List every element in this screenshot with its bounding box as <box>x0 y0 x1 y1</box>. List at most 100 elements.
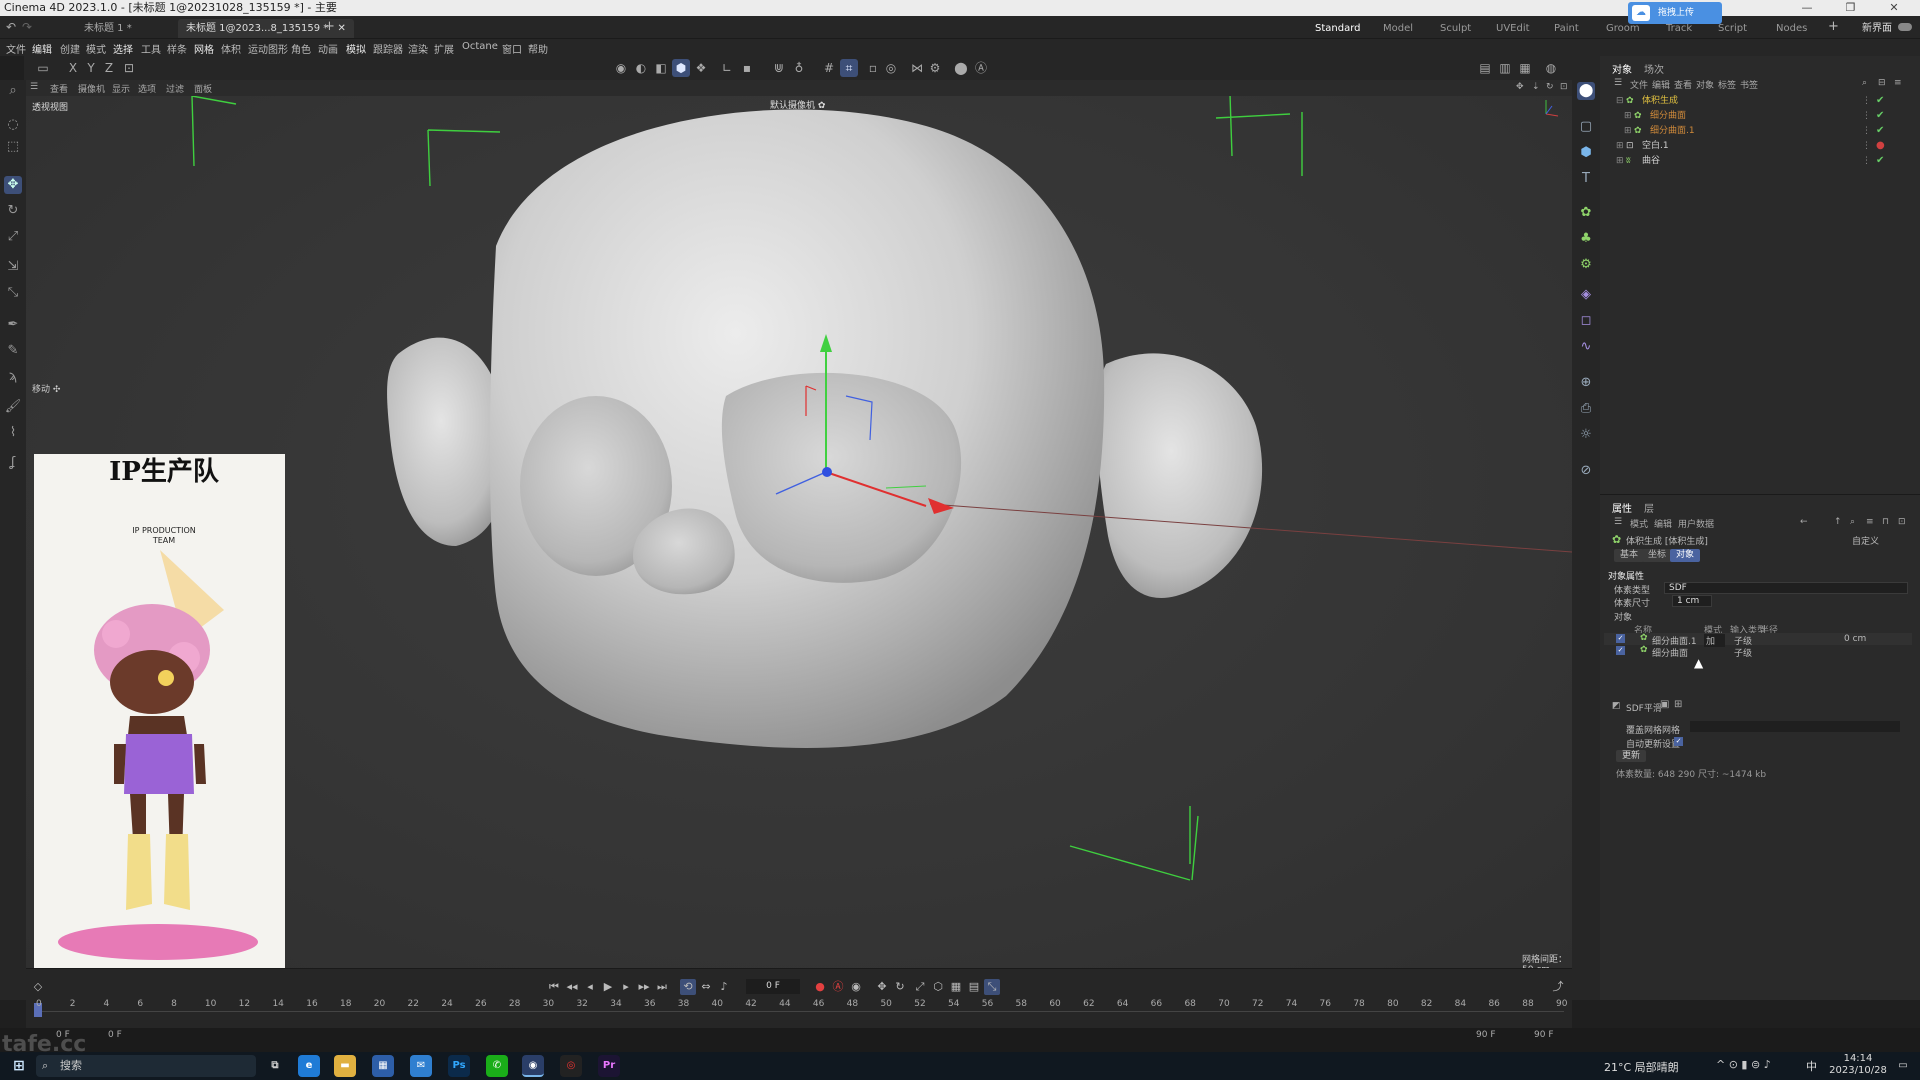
ime-indicator[interactable]: 中 <box>1806 1058 1817 1074</box>
viewport-pan-icon[interactable]: ✥ <box>1516 82 1524 92</box>
object-search-icon[interactable]: ⌕ <box>1862 78 1867 88</box>
photoshop-icon[interactable]: Ps <box>448 1055 470 1077</box>
object-row-null-1[interactable]: ⊞ ⊡ 空白.1 ⋮ ● <box>1616 139 1906 153</box>
menu-simulate[interactable]: 模拟 <box>346 41 366 56</box>
text-tool-icon[interactable]: T <box>1577 170 1595 188</box>
cloner-icon[interactable]: ♣ <box>1577 230 1595 248</box>
menu-select[interactable]: 选择 <box>113 41 133 56</box>
expand-icon[interactable]: ⊞ <box>1616 154 1624 168</box>
viewport-maximize-icon[interactable]: ⊡ <box>1560 82 1568 92</box>
attr-menu-userdata[interactable]: 用户数据 <box>1678 517 1714 530</box>
spline-pen-icon[interactable]: ✒ <box>4 316 22 334</box>
maximize-button[interactable]: ❐ <box>1831 0 1871 16</box>
reference-image[interactable]: IP生产队 IP PRODUCTION TEAM <box>34 454 285 968</box>
scene-icon[interactable]: ⊕ <box>1577 374 1595 392</box>
menu-file[interactable]: 文件 <box>6 41 26 56</box>
weather-widget[interactable]: 21°C 局部晴朗 <box>1604 1059 1679 1075</box>
task-view-icon[interactable]: ⧉ <box>264 1055 286 1077</box>
layout-tab-standard[interactable]: Standard <box>1315 19 1361 40</box>
layout-tab-paint[interactable]: Paint <box>1554 19 1579 38</box>
collapse-icon[interactable]: ⊟ <box>1616 94 1624 108</box>
prev-key-icon[interactable]: ◂◂ <box>564 979 580 995</box>
object-row-subdivision[interactable]: ⊞ ✿ 细分曲面 ⋮ ✔ <box>1624 109 1914 123</box>
axis-y-button[interactable]: Y <box>82 59 100 77</box>
attr-search-icon[interactable]: ⌕ <box>1850 517 1855 527</box>
expand-icon[interactable]: ⊞ <box>1624 109 1632 123</box>
upload-badge[interactable]: ☁ 拖拽上传 <box>1628 2 1722 24</box>
play-icon[interactable]: ▶ <box>600 979 616 995</box>
auto-update-checkbox[interactable]: ✓ <box>1674 737 1683 746</box>
lock-icon[interactable]: ⊓ <box>1882 517 1889 527</box>
row-checkbox[interactable]: ✓ <box>1616 634 1625 643</box>
settings-gear-icon[interactable]: ⚙ <box>926 59 944 77</box>
preview-end-field[interactable]: 90 F <box>1476 1030 1496 1040</box>
mode-tab-basic[interactable]: 基本 <box>1614 549 1645 562</box>
render-picture-viewer-icon[interactable]: ▥ <box>1496 59 1514 77</box>
object-menu-bookmarks[interactable]: 书签 <box>1740 78 1758 91</box>
menu-create[interactable]: 创建 <box>60 41 80 56</box>
preset-dropdown[interactable]: 自定义 <box>1852 534 1879 547</box>
object-row-subdivision-1[interactable]: ⊞ ✿ 细分曲面.1 ⋮ ✔ <box>1624 124 1914 138</box>
snap-icon[interactable]: # <box>820 59 838 77</box>
field-icon[interactable]: ◻ <box>1577 312 1595 330</box>
menu-edit[interactable]: 编辑 <box>32 41 52 56</box>
menu-mesh[interactable]: 网格 <box>194 41 214 56</box>
primitive-cube-icon[interactable]: ⬢ <box>1577 144 1595 162</box>
points-mode-icon[interactable]: ◉ <box>612 59 630 77</box>
live-select-icon[interactable]: ◌ <box>4 116 22 134</box>
sdf-smooth-button[interactable]: SDF平滑 <box>1626 701 1662 714</box>
preview-start-field[interactable]: 0 F <box>108 1030 122 1040</box>
current-frame-field[interactable]: 0 F <box>746 979 800 994</box>
keyframe-diamond-icon[interactable]: ◇ <box>30 979 46 995</box>
timeline-options-icon[interactable]: ⤡ <box>984 979 1000 995</box>
graph-editor-icon[interactable]: ⤴ <box>1550 979 1566 995</box>
brush-icon[interactable]: ϡ <box>4 368 22 386</box>
voxel-size-input[interactable]: 1 cm <box>1672 595 1712 607</box>
locked-workplane-icon[interactable]: ◎ <box>882 59 900 77</box>
next-key-icon[interactable]: ▸▸ <box>636 979 652 995</box>
attr-expand-icon[interactable]: ⊡ <box>1898 517 1906 527</box>
next-frame-icon[interactable]: ▸ <box>618 979 634 995</box>
render-settings-strip-icon[interactable]: ⊘ <box>1577 462 1595 480</box>
layout-toggle[interactable] <box>1898 23 1912 31</box>
symmetry-icon[interactable]: ⋈ <box>908 59 926 77</box>
row-radius[interactable]: 0 cm <box>1844 634 1866 644</box>
attr-hamburger-icon[interactable]: ☰ <box>1614 517 1622 527</box>
layers-tab[interactable]: 层 <box>1644 500 1654 515</box>
table-row[interactable]: ✓ ✿ 细分曲面.1 加 子级 0 cm <box>1604 633 1912 647</box>
new-tab-icon[interactable]: + <box>324 19 335 34</box>
viewport-menu-view[interactable]: 查看 <box>50 82 68 95</box>
timeline-ruler[interactable] <box>34 1011 1564 1012</box>
layout-tab-uvedit[interactable]: UVEdit <box>1496 19 1530 38</box>
rot-key-icon[interactable]: ↻ <box>892 979 908 995</box>
enabled-check[interactable]: ✔ <box>1876 94 1884 108</box>
soft-select-icon[interactable]: ♁ <box>790 59 808 77</box>
object-tab[interactable]: 对象 <box>1612 61 1632 76</box>
menu-spline[interactable]: 样条 <box>167 41 187 56</box>
object-menu-view[interactable]: 查看 <box>1674 78 1692 91</box>
grid-snap-icon[interactable]: ⌗ <box>840 59 858 77</box>
windows-start-icon[interactable]: ⊞ <box>8 1055 30 1077</box>
loop-icon[interactable]: ⟲ <box>680 979 696 995</box>
expand-icon[interactable]: ⊞ <box>1616 139 1624 153</box>
sculpt-tool-icon[interactable]: ʆ <box>4 454 22 472</box>
takes-tab[interactable]: 场次 <box>1644 61 1664 76</box>
go-to-start-icon[interactable]: ⏮ <box>546 979 562 995</box>
mail-icon[interactable]: ✉ <box>410 1055 432 1077</box>
octane-icon[interactable]: ⬤ <box>952 59 970 77</box>
viewport-menu-camera[interactable]: 摄像机 <box>78 82 105 95</box>
close-tab-icon[interactable]: ✕ <box>337 23 345 34</box>
cinema4d-icon[interactable]: ◉ <box>522 1055 544 1077</box>
viewport-menu-filter[interactable]: 过滤 <box>166 82 184 95</box>
new-layout-button[interactable]: 新界面 <box>1862 19 1892 38</box>
menu-tools[interactable]: 工具 <box>141 41 161 56</box>
sound-icon[interactable]: ♪ <box>716 979 732 995</box>
enabled-check[interactable]: ✔ <box>1876 109 1884 123</box>
visibility-dots[interactable]: ⋮ <box>1862 109 1871 123</box>
menu-mode[interactable]: 模式 <box>86 41 106 56</box>
viewport-dolly-icon[interactable]: ⇣ <box>1532 82 1540 92</box>
clock-date[interactable]: 2023/10/28 <box>1826 1065 1890 1076</box>
key-selection-icon[interactable]: ◉ <box>848 979 864 995</box>
scale-tool-icon[interactable]: ⤢ <box>4 228 22 246</box>
up-arrow-icon[interactable]: ↑ <box>1834 517 1842 527</box>
